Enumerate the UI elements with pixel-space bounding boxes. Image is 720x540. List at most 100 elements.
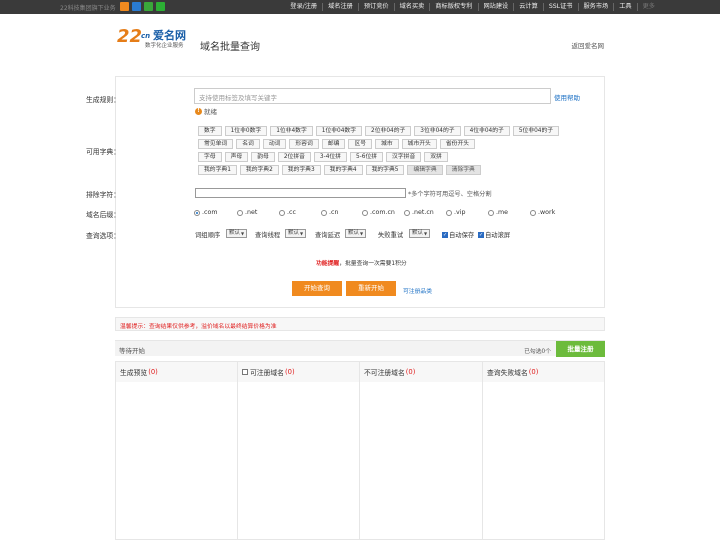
dict-tag[interactable]: 声母 — [224, 152, 249, 162]
column-count: (0) — [405, 368, 416, 376]
nav-trademark[interactable]: 商标版权专利 — [429, 3, 477, 11]
dict-tag[interactable]: 区号 — [348, 139, 373, 149]
dict-label: 可用字典： — [86, 148, 120, 156]
bulk-register-button[interactable]: 批量注册 — [556, 341, 605, 357]
autosave-checkbox[interactable]: ✓ 自动保存 — [442, 230, 474, 239]
dict-row-2: 常见单词 名词 动词 形容词 邮编 区号 城市 城市开头 省份开头 — [198, 139, 476, 149]
retry-select[interactable]: 默认 ▼ — [409, 229, 431, 238]
nav-login[interactable]: 登录/注册 — [285, 3, 322, 11]
column-preview: 生成预览 (0) — [116, 362, 238, 540]
column-available: 可注册域名 (0) — [238, 362, 360, 540]
suffix-radio-me[interactable]: .me — [488, 209, 508, 216]
logo-number: 22 — [117, 26, 143, 47]
notice-warning: 功能提醒 — [316, 261, 340, 267]
nav-website[interactable]: 网站建设 — [477, 3, 514, 11]
help-link[interactable]: 使用帮助 — [554, 92, 580, 102]
dict-tag[interactable]: 1位非04数字 — [315, 126, 363, 136]
checkbox-checked-icon: ✓ — [442, 231, 448, 238]
nav-domain-trade[interactable]: 域名买卖 — [393, 3, 430, 11]
dict-tag[interactable]: 2位拼音 — [277, 152, 311, 162]
radio — [488, 209, 494, 216]
wechat-icon[interactable] — [156, 2, 165, 11]
notice: 功能提醒，批量查询一次需要1积分 — [316, 258, 407, 267]
dict-tag[interactable]: 城市 — [375, 139, 399, 149]
dict-tag[interactable]: 2位非04的子 — [365, 126, 412, 136]
selected-count: 已勾选0个 — [524, 349, 551, 355]
dict-tag[interactable]: 我的字典1 — [198, 165, 237, 175]
suffix-radio-netcn[interactable]: .net.cn — [404, 209, 434, 216]
register-category-link[interactable]: 可注册品类 — [403, 286, 432, 295]
dict-tag[interactable]: 数字 — [198, 126, 222, 136]
clear-dict-button[interactable]: 清除字典 — [445, 165, 481, 175]
dict-tag[interactable]: 4位非04的子 — [463, 126, 510, 136]
suffix-radio-vip[interactable]: .vip — [446, 209, 465, 216]
suffix-radio-net[interactable]: .net — [237, 209, 257, 216]
radio — [446, 209, 452, 216]
rule-label: 生成规则： — [86, 96, 120, 104]
dict-tag[interactable]: 汉字拼音 — [386, 152, 422, 162]
dict-tag[interactable]: 5-6位拼 — [349, 152, 384, 162]
dict-tag[interactable]: 3位非04的子 — [414, 126, 461, 136]
select-all-checkbox[interactable] — [242, 369, 248, 375]
column-unavailable: 不可注册域名 (0) — [360, 362, 483, 540]
dict-tag[interactable]: 形容词 — [289, 139, 319, 149]
suffix-radio-cc[interactable]: .cc — [279, 209, 296, 216]
app-icon-green[interactable] — [144, 2, 153, 11]
column-title: 查询失败域名 — [487, 369, 528, 377]
nav-tools[interactable]: 工具 — [613, 3, 636, 11]
delay-label: 查询延迟 — [315, 232, 341, 239]
logo[interactable]: 22 cn 爱名网 数字化企业服务 — [117, 26, 197, 52]
suffix-radio-cn[interactable]: .cn — [321, 209, 338, 216]
dict-tag[interactable]: 省份开头 — [439, 139, 476, 149]
column-title: 不可注册域名 — [364, 369, 405, 377]
nav-cloud[interactable]: 云计算 — [513, 3, 543, 11]
radio — [362, 209, 368, 216]
dict-tag[interactable]: 5位非04的子 — [512, 126, 560, 136]
restart-button[interactable]: 重新开始 — [346, 281, 396, 296]
dict-tag[interactable]: 常见单词 — [198, 139, 234, 149]
dict-tag[interactable]: 1位非0数字 — [224, 126, 268, 136]
retry-label: 失败重试 — [378, 232, 404, 239]
chevron-down-icon: ▼ — [360, 231, 364, 236]
dict-tag[interactable]: 我的字典5 — [365, 165, 405, 175]
column-title: 可注册域名 — [250, 369, 284, 377]
dict-tag[interactable]: 韵母 — [251, 152, 275, 162]
threads-select[interactable]: 默认 ▼ — [285, 229, 307, 238]
dict-tag[interactable]: 3-4位拼 — [313, 152, 347, 162]
back-link[interactable]: 返回爱名网 — [572, 40, 605, 50]
dict-tag[interactable]: 名词 — [236, 139, 260, 149]
app-icon-orange[interactable] — [120, 2, 129, 11]
nav-domain-register[interactable]: 域名注册 — [322, 3, 358, 11]
delay-select[interactable]: 默认 ▼ — [345, 229, 367, 238]
dict-row-3: 字母 声母 韵母 2位拼音 3-4位拼 5-6位拼 汉字拼音 双拼 — [198, 152, 448, 162]
dict-row-4: 我的字典1 我的字典2 我的字典3 我的字典4 我的字典5 编辑字典 清除字典 — [198, 165, 481, 175]
dict-tag[interactable]: 动词 — [262, 139, 287, 149]
start-query-button[interactable]: 开始查询 — [292, 281, 342, 296]
order-select[interactable]: 默认 ▼ — [226, 229, 248, 238]
chevron-down-icon: ▼ — [300, 231, 304, 236]
dict-tag[interactable]: 邮编 — [321, 139, 346, 149]
dict-tag[interactable]: 我的字典2 — [239, 165, 279, 175]
nav-more[interactable]: 更多 — [636, 3, 660, 11]
dict-tag[interactable]: 双拼 — [424, 152, 448, 162]
nav-ssl[interactable]: SSL证书 — [542, 3, 578, 11]
dict-tag[interactable]: 1位非4数字 — [270, 126, 313, 136]
logo-cn: cn — [141, 32, 151, 40]
radio — [530, 209, 536, 216]
dict-tag[interactable]: 字母 — [198, 152, 222, 162]
page-title: 域名批量查询 — [200, 42, 260, 53]
app-icon-blue[interactable] — [132, 2, 141, 11]
dict-tag[interactable]: 我的字典4 — [323, 165, 363, 175]
suffix-radio-work[interactable]: .work — [530, 209, 555, 216]
edit-dict-button[interactable]: 编辑字典 — [407, 165, 443, 175]
rule-input[interactable]: 支持使用标签及填写关键字 — [194, 88, 551, 104]
suffix-radio-comcn[interactable]: .com.cn — [362, 209, 395, 216]
dict-tag[interactable]: 城市开头 — [401, 139, 437, 149]
autoscroll-checkbox[interactable]: ✓ 自动滚屏 — [478, 230, 510, 239]
exclude-input[interactable] — [195, 188, 406, 198]
dict-tag[interactable]: 我的字典3 — [281, 165, 321, 175]
checkbox-checked-icon: ✓ — [478, 231, 484, 238]
nav-preorder[interactable]: 预订竞价 — [357, 3, 394, 11]
nav-market[interactable]: 服务市场 — [577, 3, 614, 11]
suffix-radio-com[interactable]: .com — [194, 209, 217, 216]
